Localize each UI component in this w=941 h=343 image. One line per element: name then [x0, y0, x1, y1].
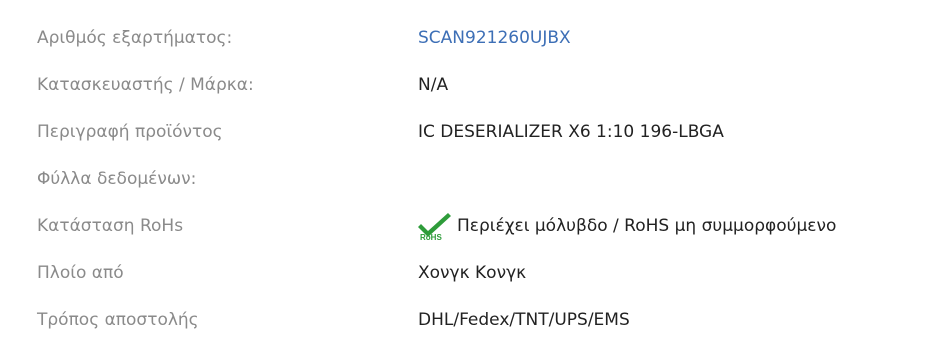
ships-from-label: Πλοίο από	[37, 262, 124, 283]
spec-row-ships-from: Πλοίο από Χονγκ Κονγκ	[37, 249, 836, 296]
datasheets-label: Φύλλα δεδομένων:	[37, 168, 197, 189]
spec-row-description: Περιγραφή προϊόντος IC DESERIALIZER X6 1…	[37, 108, 836, 155]
spec-row-manufacturer: Κατασκευαστής / Μάρκα: N/A	[37, 61, 836, 108]
description-label: Περιγραφή προϊόντος	[37, 121, 223, 142]
manufacturer-value: N/A	[418, 74, 449, 95]
rohs-icon-text: RoHS	[420, 233, 442, 241]
spec-row-shipping-method: Τρόπος αποστολής DHL/Fedex/TNT/UPS/EMS	[37, 296, 836, 343]
ships-from-value: Χονγκ Κονγκ	[418, 262, 527, 283]
shipping-method-label: Τρόπος αποστολής	[37, 309, 199, 330]
shipping-method-value: DHL/Fedex/TNT/UPS/EMS	[418, 309, 630, 330]
spec-row-rohs: Κατάσταση RoHs RoHS Περιέχει μόλυβδο / R…	[37, 202, 836, 249]
rohs-status: RoHS Περιέχει μόλυβδο / RoHS μη συμμορφο…	[418, 211, 836, 241]
description-value: IC DESERIALIZER X6 1:10 196-LBGA	[418, 121, 724, 142]
spec-row-datasheets: Φύλλα δεδομένων:	[37, 155, 836, 202]
rohs-status-label: Κατάσταση RoHs	[37, 215, 184, 236]
rohs-check-icon: RoHS	[418, 211, 453, 241]
part-number-label: Αριθμός εξαρτήματος:	[37, 27, 233, 48]
spec-row-part-number: Αριθμός εξαρτήματος: SCAN921260UJBX	[37, 14, 836, 61]
rohs-status-value: Περιέχει μόλυβδο / RoHS μη συμμορφούμενο	[457, 215, 837, 236]
part-number-link[interactable]: SCAN921260UJBX	[418, 28, 571, 48]
product-spec-table: Αριθμός εξαρτήματος: SCAN921260UJBX Κατα…	[37, 14, 836, 343]
manufacturer-label: Κατασκευαστής / Μάρκα:	[37, 74, 254, 95]
